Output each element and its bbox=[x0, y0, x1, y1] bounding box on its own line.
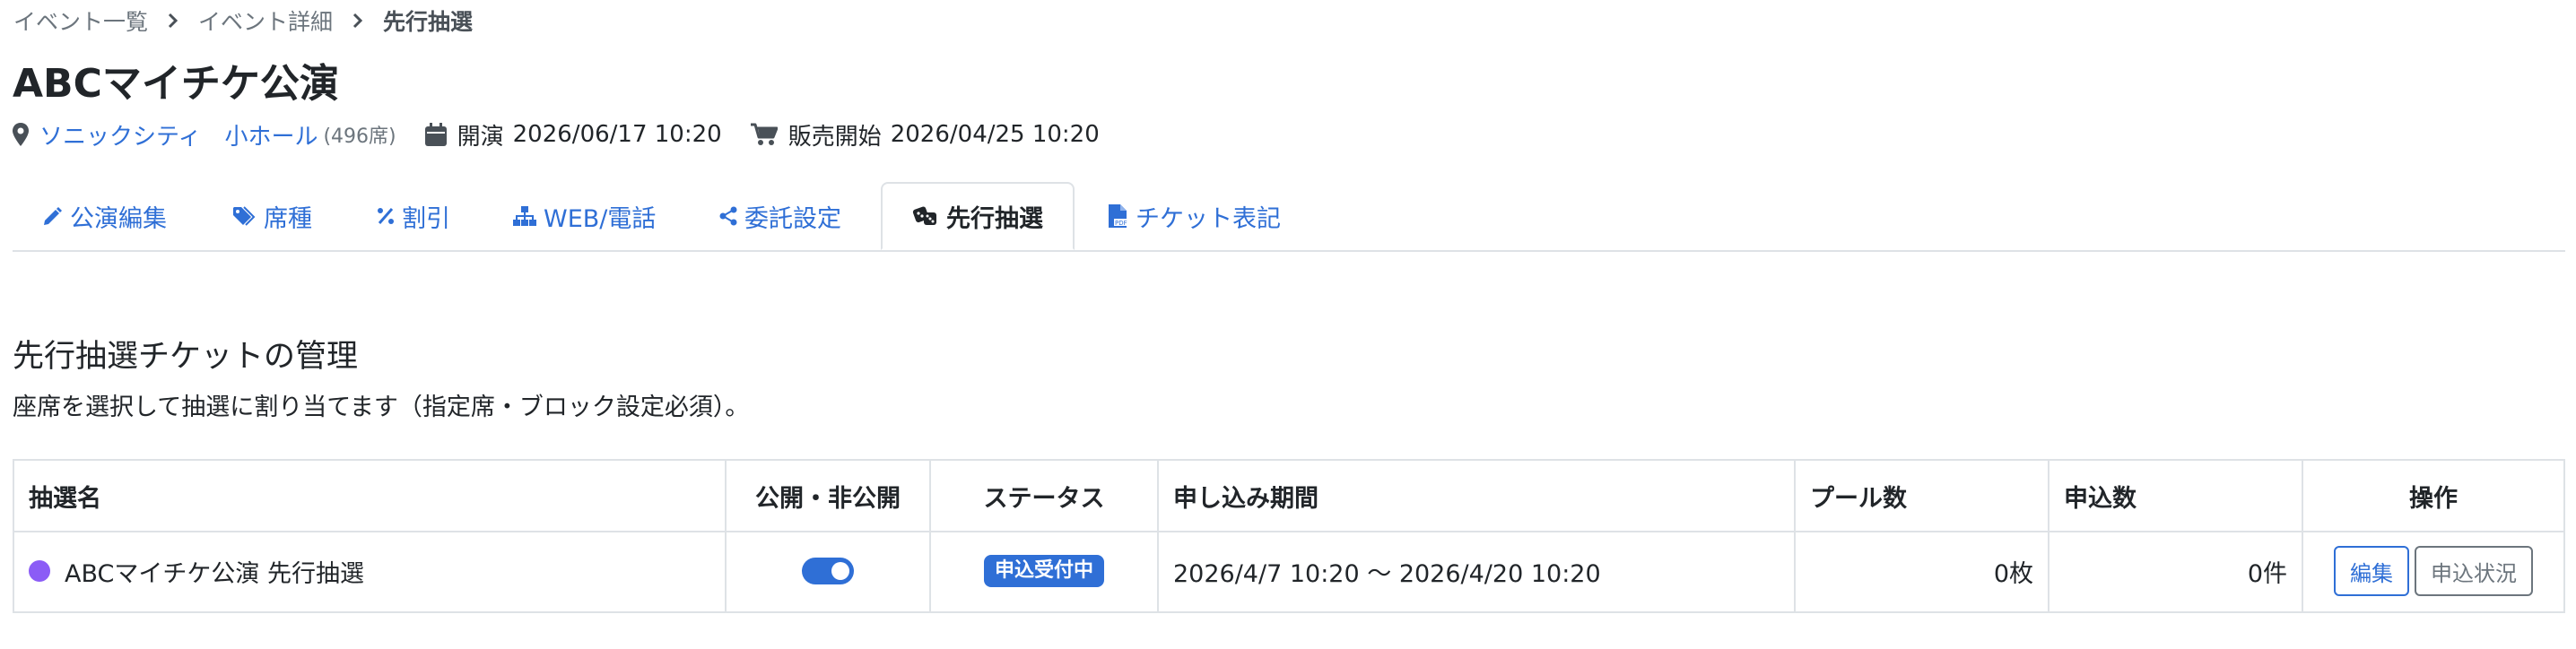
chevron-right-icon bbox=[333, 13, 383, 29]
breadcrumb: イベント一覧 イベント詳細 先行抽選 bbox=[13, 5, 473, 36]
chevron-right-icon bbox=[148, 13, 198, 29]
tab-discount[interactable]: 割引 bbox=[377, 182, 450, 250]
visibility-cell bbox=[727, 531, 931, 611]
period-cell: 2026/4/7 10:20 〜 2026/4/20 10:20 bbox=[1159, 531, 1796, 611]
cart-icon bbox=[750, 123, 778, 146]
tab-label: 公演編集 bbox=[70, 204, 167, 233]
percent-icon bbox=[377, 206, 402, 226]
page-title: ABCマイチケ公演 bbox=[13, 61, 339, 107]
open-label: 開演 bbox=[457, 123, 504, 151]
visibility-toggle[interactable] bbox=[802, 558, 854, 584]
svg-text:PDF: PDF bbox=[1115, 220, 1127, 227]
column-header-visibility: 公開・非公開 bbox=[727, 461, 931, 531]
tab-web-phone[interactable]: WEB/電話 bbox=[513, 182, 656, 250]
lottery-name: ABCマイチケ公演 先行抽選 bbox=[65, 559, 364, 588]
tab-label: 委託設定 bbox=[744, 204, 841, 233]
map-marker-icon bbox=[13, 123, 29, 146]
sale-label: 販売開始 bbox=[788, 123, 882, 151]
sitemap-icon bbox=[513, 206, 544, 226]
tab-label: 割引 bbox=[402, 204, 450, 233]
breadcrumb-item-event-list[interactable]: イベント一覧 bbox=[13, 4, 148, 37]
calendar-icon bbox=[424, 123, 447, 146]
pencil-icon bbox=[43, 206, 70, 226]
column-header-period: 申し込み期間 bbox=[1159, 461, 1796, 531]
tab-bar: 公演編集 席種 割引 WEB/電話 委託設定 先行抽選 PDF チケット表記 bbox=[13, 182, 2565, 252]
tab-seat-types[interactable]: 席種 bbox=[233, 182, 312, 250]
file-pdf-icon: PDF bbox=[1109, 204, 1136, 228]
section-title: 先行抽選チケットの管理 bbox=[13, 339, 359, 375]
tab-ticket-notation[interactable]: PDF チケット表記 bbox=[1109, 182, 1281, 250]
column-header-name: 抽選名 bbox=[14, 461, 727, 531]
tab-label: 先行抽選 bbox=[946, 204, 1043, 233]
column-header-applications: 申込数 bbox=[2049, 461, 2303, 531]
column-header-pool: プール数 bbox=[1796, 461, 2049, 531]
venue-link[interactable]: ソニックシティ 小ホール bbox=[39, 118, 318, 151]
tab-edit-performance[interactable]: 公演編集 bbox=[43, 182, 167, 250]
column-header-actions: 操作 bbox=[2409, 484, 2458, 513]
breadcrumb-item-event-detail[interactable]: イベント詳細 bbox=[198, 4, 333, 37]
tab-label: チケット表記 bbox=[1136, 204, 1281, 233]
column-header-status: ステータス bbox=[931, 461, 1159, 531]
lottery-name-cell: ABCマイチケ公演 先行抽選 bbox=[14, 531, 727, 611]
page: イベント一覧 イベント詳細 先行抽選 ABCマイチケ公演 ソニックシティ 小ホー… bbox=[0, 0, 2576, 649]
table-header-row: 抽選名 公開・非公開 ステータス 申し込み期間 プール数 申込数 操作 bbox=[14, 461, 2563, 532]
dice-icon bbox=[912, 205, 946, 227]
tab-label: WEB/電話 bbox=[544, 204, 657, 233]
venue-capacity: (496席) bbox=[323, 125, 396, 148]
share-icon bbox=[719, 206, 744, 226]
color-dot-icon bbox=[29, 560, 50, 582]
section-description: 座席を選択して抽選に割り当てます（指定席・ブロック設定必須）。 bbox=[13, 394, 750, 421]
status-badge: 申込受付中 bbox=[983, 555, 1104, 587]
tab-label: 席種 bbox=[264, 204, 312, 233]
actions-cell: 編集 申込状況 bbox=[2303, 531, 2563, 611]
application-status-button[interactable]: 申込状況 bbox=[2415, 546, 2533, 596]
edit-button[interactable]: 編集 bbox=[2334, 546, 2409, 596]
application-count-cell: 0件 bbox=[2049, 531, 2303, 611]
status-cell: 申込受付中 bbox=[931, 531, 1159, 611]
open-datetime: 2026/06/17 10:20 bbox=[512, 121, 722, 148]
pool-count-cell: 0枚 bbox=[1796, 531, 2049, 611]
breadcrumb-current: 先行抽選 bbox=[383, 9, 474, 35]
tab-consignment[interactable]: 委託設定 bbox=[719, 182, 841, 250]
lottery-table: 抽選名 公開・非公開 ステータス 申し込み期間 プール数 申込数 操作 ABCマ… bbox=[13, 459, 2565, 613]
tags-icon bbox=[233, 206, 264, 226]
event-meta: ソニックシティ 小ホール (496席) 開演 2026/06/17 10:20 … bbox=[13, 117, 1100, 152]
sale-datetime: 2026/04/25 10:20 bbox=[890, 121, 1100, 148]
table-row: ABCマイチケ公演 先行抽選 申込受付中 2026/4/7 10:20 〜 20… bbox=[14, 531, 2563, 611]
tab-advance-lottery[interactable]: 先行抽選 bbox=[881, 182, 1075, 250]
